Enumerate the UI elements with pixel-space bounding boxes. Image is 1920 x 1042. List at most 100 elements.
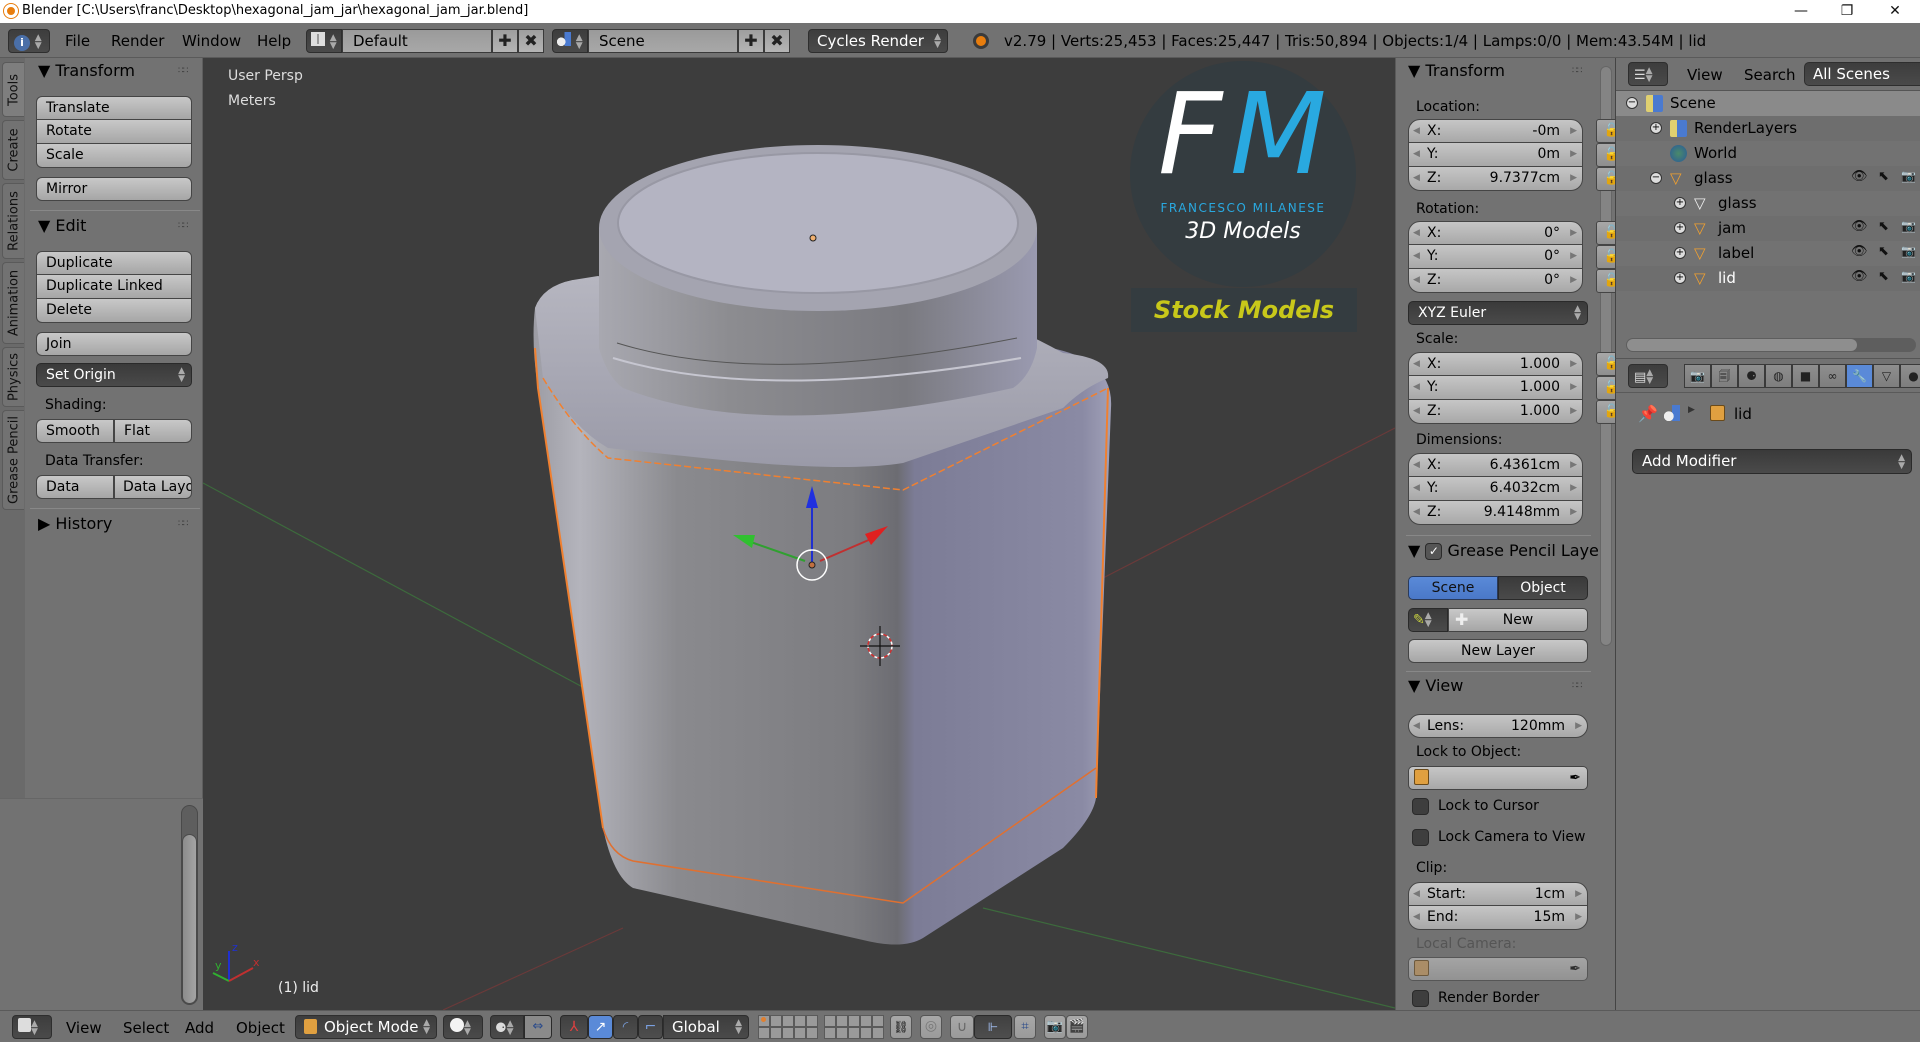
eye-visibility-icon[interactable]: 👁 xyxy=(1851,169,1868,184)
clip-end-field[interactable]: ◀ End: 15m ▶ xyxy=(1408,906,1588,930)
drag-grip-icon[interactable]: ∷∷ xyxy=(178,519,189,529)
tab-animation[interactable]: Animation xyxy=(2,262,24,344)
snap-target-button[interactable]: ⌗ xyxy=(1014,1015,1036,1039)
menu-file[interactable]: File xyxy=(65,32,90,50)
menu-render[interactable]: Render xyxy=(111,32,164,50)
drag-grip-icon[interactable]: ∷∷ xyxy=(1572,66,1583,76)
grease-pencil-tab-scene[interactable]: Scene xyxy=(1408,576,1498,600)
delete-scene-button[interactable]: ✖ xyxy=(764,29,790,53)
outliner-row-label[interactable]: + ▽ label 👁 ⬉ 📷 xyxy=(1616,241,1920,266)
join-button[interactable]: Join xyxy=(36,332,192,356)
layer-button[interactable] xyxy=(872,1015,884,1027)
location-z-field[interactable]: ◀ Z: 9.7377cm ▶ xyxy=(1408,167,1583,191)
layer-button[interactable] xyxy=(794,1027,806,1039)
mirror-button[interactable]: Mirror xyxy=(36,177,192,201)
snap-element-dropdown[interactable]: ⊩ xyxy=(974,1015,1012,1039)
outliner-row-Scene[interactable]: − Scene xyxy=(1616,91,1920,116)
lock-to-object-field[interactable]: ✒ xyxy=(1408,766,1588,790)
properties-tab-render-layers[interactable]: 🗐 xyxy=(1711,364,1738,388)
tab-physics[interactable]: Physics xyxy=(2,347,24,407)
scene-selector[interactable]: ▲ ▼ xyxy=(552,29,588,53)
properties-tab-scene[interactable]: ⚈ xyxy=(1738,364,1765,388)
expand-icon[interactable]: + xyxy=(1650,122,1662,134)
decrement-arrow-icon[interactable]: ◀ xyxy=(1413,477,1420,499)
outliner-menu-view[interactable]: View xyxy=(1687,66,1723,84)
scrollbar-thumb[interactable] xyxy=(1627,339,1857,351)
lens-field[interactable]: ◀ Lens: 120mm ▶ xyxy=(1408,714,1588,738)
layer-button[interactable] xyxy=(782,1027,794,1039)
layer-button[interactable] xyxy=(770,1015,782,1027)
grease-pencil-data-selector[interactable]: ✎▲ ▼ xyxy=(1408,608,1448,632)
layer-button[interactable] xyxy=(758,1015,770,1027)
render-camera-icon[interactable]: 📷 xyxy=(1901,169,1916,183)
render-border-checkbox[interactable] xyxy=(1412,990,1429,1007)
scale-y-field[interactable]: ◀ Y: 1.000 ▶ xyxy=(1408,376,1583,400)
view-panel-header[interactable]: ▼ View xyxy=(1408,676,1463,695)
interaction-mode-dropdown[interactable]: Object Mode ▲ ▼ xyxy=(295,1015,437,1039)
only-origins-toggle[interactable]: ⇔ xyxy=(524,1015,552,1039)
properties-editor-type[interactable]: ▤▲ ▼ xyxy=(1628,364,1668,388)
location-y-field[interactable]: ◀ Y: 0m ▶ xyxy=(1408,143,1583,167)
layer-button[interactable] xyxy=(782,1015,794,1027)
grease-pencil-tab-object[interactable]: Object xyxy=(1498,576,1588,600)
outliner-item-name[interactable]: glass xyxy=(1718,194,1757,212)
render-animation-button[interactable]: 🎬 xyxy=(1066,1015,1088,1039)
data-transfer-button[interactable]: Data xyxy=(36,475,114,499)
outliner-row-World[interactable]: World xyxy=(1616,141,1920,166)
layer-button[interactable] xyxy=(824,1027,836,1039)
increment-arrow-icon[interactable]: ▶ xyxy=(1570,120,1577,142)
outliner-item-name[interactable]: World xyxy=(1694,144,1737,162)
tab-create[interactable]: Create xyxy=(2,120,24,180)
increment-arrow-icon[interactable]: ▶ xyxy=(1570,245,1577,267)
translate-manipulator-button[interactable]: ↗ xyxy=(588,1015,613,1039)
transform-panel-header[interactable]: ▼ Transform xyxy=(1408,61,1505,80)
edit-panel-header[interactable]: ▼ Edit xyxy=(38,216,86,235)
maximize-button[interactable]: ❐ xyxy=(1824,0,1870,23)
increment-arrow-icon[interactable]: ▶ xyxy=(1570,167,1577,189)
add-layout-button[interactable]: ✚ xyxy=(492,29,518,53)
layer-button[interactable] xyxy=(848,1027,860,1039)
render-opengl-button[interactable]: 📷 xyxy=(1044,1015,1066,1039)
layer-button[interactable] xyxy=(848,1015,860,1027)
history-panel-header[interactable]: ▶ History xyxy=(38,514,112,533)
scrollbar-track[interactable] xyxy=(181,805,198,1005)
3d-viewport[interactable]: z y x User Persp Meters (1) lid F M FRAN… xyxy=(203,58,1395,1010)
properties-tab-data[interactable]: ▽ xyxy=(1873,364,1900,388)
menu-object[interactable]: Object xyxy=(236,1019,285,1037)
decrement-arrow-icon[interactable]: ◀ xyxy=(1413,269,1420,291)
expand-icon[interactable]: + xyxy=(1674,272,1686,284)
outliner-row-jam[interactable]: + ▽ jam 👁 ⬉ 📷 xyxy=(1616,216,1920,241)
rotate-button[interactable]: Rotate xyxy=(36,120,192,144)
snap-toggle[interactable]: ∪ xyxy=(950,1015,974,1039)
decrement-arrow-icon[interactable]: ◀ xyxy=(1413,376,1420,398)
menu-window[interactable]: Window xyxy=(182,32,241,50)
increment-arrow-icon[interactable]: ▶ xyxy=(1570,454,1577,476)
drag-grip-icon[interactable]: ∷∷ xyxy=(1572,681,1583,691)
rotate-manipulator-button[interactable]: ◜ xyxy=(613,1015,638,1039)
outliner-h-scrollbar[interactable] xyxy=(1626,338,1916,352)
expand-icon[interactable]: + xyxy=(1674,197,1686,209)
new-grease-pencil-button[interactable]: ✚ New xyxy=(1448,608,1588,632)
grease-pencil-checkbox[interactable]: ✓ xyxy=(1425,543,1443,560)
expand-icon[interactable]: + xyxy=(1674,222,1686,234)
smooth-shading-button[interactable]: Smooth xyxy=(36,419,114,443)
increment-arrow-icon[interactable]: ▶ xyxy=(1570,501,1577,523)
dimensions-x-field[interactable]: ◀ X: 6.4361cm ▶ xyxy=(1408,453,1583,477)
scale-x-field[interactable]: ◀ X: 1.000 ▶ xyxy=(1408,352,1583,376)
tab-relations[interactable]: Relations xyxy=(2,183,24,259)
add-scene-button[interactable]: ✚ xyxy=(738,29,764,53)
tab-grease-pencil[interactable]: Grease Pencil xyxy=(2,410,24,510)
translate-button[interactable]: Translate xyxy=(36,96,192,120)
cursor-selectable-icon[interactable]: ⬉ xyxy=(1878,269,1889,284)
duplicate-button[interactable]: Duplicate xyxy=(36,251,192,275)
rotation-z-field[interactable]: ◀ Z: 0° ▶ xyxy=(1408,269,1583,293)
pin-icon[interactable]: 📌 xyxy=(1638,404,1658,423)
layer-button[interactable] xyxy=(758,1027,770,1039)
decrement-arrow-icon[interactable]: ◀ xyxy=(1413,167,1420,189)
scale-manipulator-button[interactable]: ⌐ xyxy=(638,1015,663,1039)
decrement-arrow-icon[interactable]: ◀ xyxy=(1413,501,1420,523)
cursor-selectable-icon[interactable]: ⬉ xyxy=(1878,169,1889,184)
lock-layers-button[interactable]: ⛓ xyxy=(890,1015,912,1039)
render-engine-dropdown[interactable]: Cycles Render ▲ ▼ xyxy=(808,29,948,53)
menu-view[interactable]: View xyxy=(66,1019,102,1037)
